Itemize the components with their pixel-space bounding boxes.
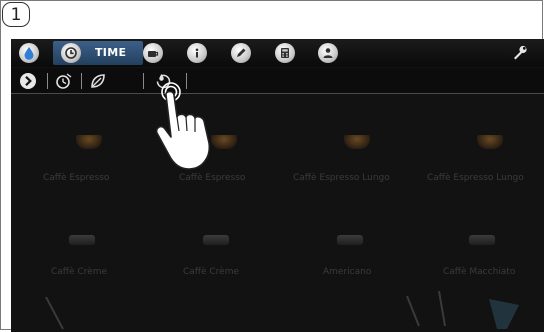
pointing-hand-icon — [155, 82, 211, 170]
sub-toolbar — [11, 68, 544, 94]
glass-decoration — [45, 297, 64, 330]
drink-label[interactable]: Caffè Macchiato — [443, 267, 515, 277]
separator — [81, 73, 82, 89]
drink-label[interactable]: Caffè Espresso Lungo — [293, 173, 390, 183]
drink-label[interactable]: Americano — [323, 267, 371, 277]
info-icon[interactable] — [187, 43, 207, 63]
step-badge: 1 — [2, 2, 30, 27]
leaf-icon[interactable] — [89, 72, 107, 94]
separator — [47, 73, 48, 89]
tab-time-label: TIME — [95, 46, 127, 59]
drink-label[interactable]: Caffè Espresso Lungo — [427, 173, 524, 183]
drink-image — [69, 235, 95, 245]
drink-image — [203, 235, 229, 245]
drink-image — [344, 135, 370, 149]
drink-label[interactable]: Caffè Crème — [51, 267, 107, 277]
drink-image — [337, 235, 363, 245]
water-drop-icon[interactable] — [19, 43, 39, 63]
timer-icon[interactable] — [54, 72, 74, 94]
chevron-right-icon[interactable] — [19, 72, 37, 94]
drink-image — [469, 235, 495, 245]
drink-image — [477, 135, 503, 149]
top-toolbar: TIME — [11, 39, 544, 67]
drink-label[interactable]: Caffè Espresso — [179, 173, 245, 183]
person-icon[interactable] — [318, 43, 338, 63]
drink-label[interactable]: Caffè Crème — [183, 267, 239, 277]
calculator-icon[interactable] — [275, 43, 295, 63]
cup-icon[interactable] — [143, 43, 163, 63]
clock-icon — [61, 43, 81, 63]
glassware-decoration — [406, 291, 519, 329]
wrench-icon[interactable] — [511, 44, 529, 62]
separator — [143, 73, 144, 89]
drink-label[interactable]: Caffè Espresso — [43, 173, 109, 183]
drink-image — [76, 135, 102, 149]
pencil-icon[interactable] — [231, 43, 251, 63]
illustration-frame: 1 TIME Caffè Espresso Caffè Espresso Caf… — [0, 0, 544, 332]
machine-display: TIME Caffè Espresso Caffè Espresso Caffè… — [11, 39, 544, 332]
step-number: 1 — [10, 4, 22, 25]
